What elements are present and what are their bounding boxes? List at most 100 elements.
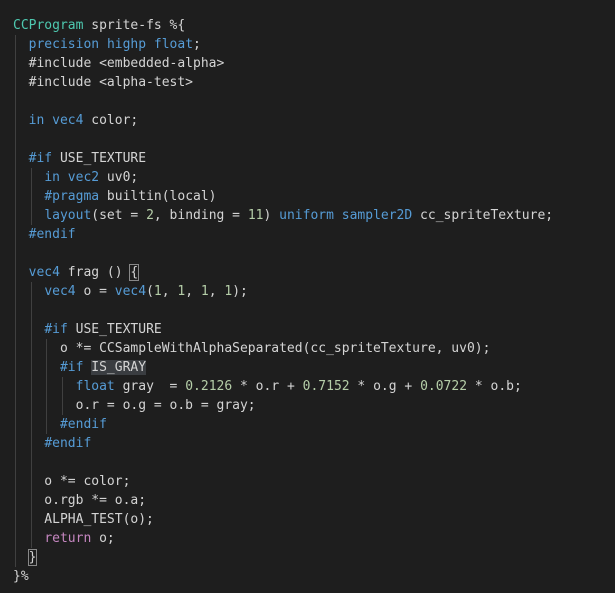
code-token: #include <embedded-alpha> (13, 56, 225, 71)
indent-guide (46, 396, 48, 415)
code-line[interactable]: o.r = o.g = o.b = gray; (13, 396, 553, 415)
indent-guide (15, 491, 16, 510)
indent-guide (15, 282, 16, 301)
code-token: 1 (224, 284, 233, 299)
indent-guide (15, 548, 16, 567)
code-line[interactable]: #if USE_TEXTURE (13, 149, 553, 168)
indent-guide (15, 453, 16, 472)
indent-guide (30, 358, 32, 377)
code-token: o.rgb *= o.a; (13, 493, 147, 508)
code-line[interactable]: vec4 frag () { (13, 263, 553, 282)
code-line[interactable]: #if USE_TEXTURE (13, 320, 553, 339)
indent-guide (15, 434, 16, 453)
code-line[interactable] (13, 92, 553, 111)
code-token: float (75, 379, 115, 394)
indent-guide (46, 339, 48, 358)
code-token: , binding = (153, 208, 248, 223)
code-line[interactable]: CCProgram sprite-fs %{ (13, 16, 553, 35)
indent-guide (30, 301, 32, 320)
code-token: #endif (28, 227, 76, 242)
code-line[interactable]: } (13, 548, 553, 567)
code-line[interactable]: in vec4 color; (13, 111, 553, 130)
code-token: #endif (44, 436, 92, 451)
code-line[interactable] (13, 130, 553, 149)
indent-guide (30, 415, 32, 434)
code-token: vec4 (114, 284, 147, 299)
indent-guide (15, 510, 16, 529)
indent-guide (30, 434, 32, 453)
code-line[interactable]: in vec2 uv0; (13, 168, 553, 187)
code-line[interactable] (13, 244, 553, 263)
indent-guide (15, 73, 16, 92)
code-line[interactable]: #if IS_GRAY (13, 358, 553, 377)
code-line[interactable] (13, 453, 553, 472)
code-token: (set = (91, 208, 147, 223)
code-token: , (161, 284, 178, 299)
code-token: precision (28, 37, 100, 52)
code-area[interactable]: CCProgram sprite-fs %{ precision highp f… (13, 16, 553, 586)
code-token: vec2 (67, 170, 100, 185)
matching-bracket: { (129, 264, 140, 281)
code-token: 11 (247, 208, 264, 223)
indent-guide (30, 282, 32, 301)
code-line[interactable]: ALPHA_TEST(o); (13, 510, 553, 529)
code-line[interactable]: }% (13, 567, 553, 586)
code-line[interactable]: o *= CCSampleWithAlphaSeparated(cc_sprit… (13, 339, 553, 358)
code-line[interactable]: return o; (13, 529, 553, 548)
matching-bracket: } (27, 549, 38, 566)
code-line[interactable] (13, 301, 553, 320)
code-line[interactable]: #endif (13, 434, 553, 453)
code-token: color; (83, 113, 139, 128)
code-line[interactable]: #pragma builtin(local) (13, 187, 553, 206)
code-line[interactable]: layout(set = 2, binding = 11) uniform sa… (13, 206, 553, 225)
code-line[interactable]: #endif (13, 225, 553, 244)
code-line[interactable]: precision highp float; (13, 35, 553, 54)
code-token: ALPHA_TEST(o); (13, 512, 154, 527)
code-token: 1 (200, 284, 209, 299)
code-line[interactable]: #endif (13, 415, 553, 434)
indent-guide (30, 320, 32, 339)
code-token: ( (146, 284, 154, 299)
code-token: vec4 (52, 113, 84, 128)
code-token: sprite-fs %{ (83, 18, 186, 33)
code-token: #pragma (44, 189, 100, 204)
code-token: cc_spriteTexture; (412, 208, 554, 223)
code-line[interactable]: o.rgb *= o.a; (13, 491, 553, 510)
code-line[interactable]: #include <alpha-test> (13, 73, 553, 92)
code-line[interactable]: vec4 o = vec4(1, 1, 1, 1); (13, 282, 553, 301)
code-token: USE_TEXTURE (52, 151, 147, 166)
code-token: sampler2D (341, 208, 413, 223)
code-line[interactable]: #include <embedded-alpha> (13, 54, 553, 73)
code-token: o; (91, 531, 115, 546)
code-token: ); (232, 284, 248, 299)
code-token: uv0; (99, 170, 139, 185)
code-line[interactable]: float gray = 0.2126 * o.r + 0.7152 * o.g… (13, 377, 553, 396)
code-editor[interactable]: CCProgram sprite-fs %{ precision highp f… (0, 0, 615, 593)
indent-guide (30, 491, 32, 510)
indent-guide (61, 396, 63, 415)
code-token: ) (263, 208, 280, 223)
code-token: in (44, 170, 60, 185)
code-token: builtin(local) (99, 189, 217, 204)
indent-guide (46, 377, 48, 396)
indent-guide (30, 472, 32, 491)
code-token: o *= CCSampleWithAlphaSeparated(cc_sprit… (13, 341, 491, 356)
code-token: }% (13, 569, 29, 584)
code-line[interactable]: o *= color; (13, 472, 553, 491)
indent-guide (46, 358, 48, 377)
code-token: highp (106, 37, 147, 52)
indent-guide (15, 225, 16, 244)
indent-guide (15, 244, 16, 263)
indent-guide (30, 453, 32, 472)
code-token: uniform (279, 208, 334, 223)
code-token: 0.2126 (185, 379, 233, 394)
